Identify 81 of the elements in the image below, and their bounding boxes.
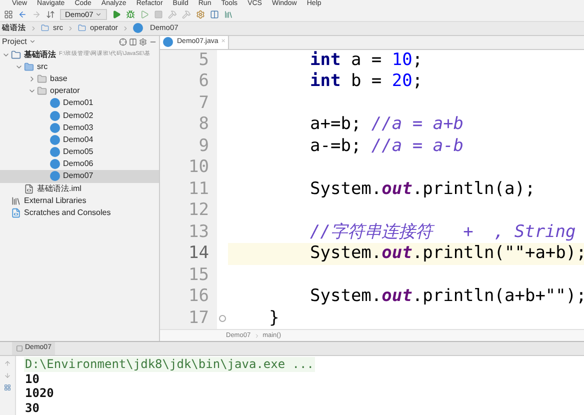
- line-number: 16: [188, 285, 209, 308]
- fold-icon[interactable]: [219, 314, 226, 322]
- line-number: 13: [188, 220, 209, 244]
- code-line: int a = 10;: [309, 50, 424, 71]
- console-line: 10: [24, 372, 40, 386]
- file-icon: [24, 184, 34, 194]
- run-icon[interactable]: [112, 10, 122, 19]
- line-number: 6: [198, 70, 209, 93]
- tree-item[interactable]: Demo04: [0, 134, 159, 146]
- tree-item[interactable]: Demo05: [0, 146, 159, 158]
- library-icon: [11, 196, 21, 206]
- locate-icon[interactable]: [119, 38, 127, 46]
- sdk-icon[interactable]: [224, 10, 234, 19]
- folder-icon: [24, 62, 34, 72]
- line-number: 10: [188, 156, 209, 179]
- code-line: }: [268, 308, 280, 329]
- line-number: 11: [188, 178, 209, 200]
- coverage-icon[interactable]: [140, 10, 150, 19]
- tree-item[interactable]: External Libraries: [0, 194, 159, 207]
- code-line: //字符串连接符 + , String: [309, 222, 577, 243]
- class-icon: [50, 159, 60, 170]
- line-number: 8: [198, 113, 209, 136]
- tree-item[interactable]: operator: [0, 85, 159, 98]
- sort-icon[interactable]: [46, 10, 55, 19]
- code-line: a-=b; //a = a-b: [309, 136, 465, 157]
- build-icon[interactable]: [168, 10, 178, 19]
- line-number: 14: [188, 242, 209, 265]
- class-icon: [50, 98, 60, 108]
- forward-arrow-icon[interactable]: [32, 10, 41, 19]
- tree-item[interactable]: Demo07: [0, 170, 159, 183]
- down-arrow-icon[interactable]: [4, 372, 11, 379]
- module-folder-icon: [11, 50, 21, 60]
- settings-icon[interactable]: [139, 38, 147, 46]
- panel-title[interactable]: Project: [2, 36, 27, 48]
- code-line: System.out.println(a);: [309, 178, 536, 200]
- class-icon: [50, 171, 60, 182]
- hammer-icon[interactable]: [182, 10, 192, 19]
- back-arrow-icon[interactable]: [18, 10, 27, 19]
- class-icon: [50, 134, 60, 145]
- folder-icon: [41, 24, 49, 32]
- settings-icon[interactable]: [196, 10, 206, 19]
- class-icon: [50, 122, 60, 133]
- tree-item[interactable]: Demo01: [0, 97, 159, 110]
- caret-icon: [95, 10, 102, 18]
- line-number: 17: [188, 306, 209, 330]
- code-line: int b = 20;: [309, 71, 424, 92]
- tree-item[interactable]: src: [0, 60, 159, 73]
- console-line: 1020: [24, 386, 55, 400]
- line-number: 7: [198, 92, 209, 114]
- tree-item[interactable]: Demo02: [0, 109, 159, 122]
- debug-icon[interactable]: [126, 10, 136, 19]
- line-number: 9: [198, 134, 209, 158]
- class-icon: [163, 37, 173, 47]
- caret-icon[interactable]: [28, 38, 36, 45]
- folder-icon: [78, 24, 86, 32]
- package-folder-icon: [37, 86, 47, 96]
- tree-item[interactable]: Demo06: [0, 158, 159, 170]
- separator-icon: [254, 332, 260, 338]
- tree-item[interactable]: base: [0, 72, 159, 86]
- tree-item[interactable]: 基础语法.iml: [0, 182, 159, 195]
- separator-icon: [67, 24, 74, 32]
- line-number: 5: [198, 48, 209, 72]
- project-structure-icon[interactable]: [4, 10, 13, 19]
- stop-icon[interactable]: [154, 10, 164, 19]
- code-line: a+=b; //a = a+b: [309, 114, 465, 136]
- class-icon: [132, 23, 143, 34]
- up-arrow-icon[interactable]: [4, 360, 11, 367]
- tree-item[interactable]: Scratches and Consoles: [0, 206, 159, 220]
- console-line: 30: [24, 400, 40, 415]
- class-icon: [50, 110, 60, 121]
- structure-icon[interactable]: [210, 10, 220, 19]
- separator-icon: [122, 24, 129, 32]
- tree-item[interactable]: Demo03: [0, 122, 159, 134]
- console-icon: [16, 345, 23, 352]
- class-icon: [50, 147, 60, 158]
- package-folder-icon: [37, 74, 47, 84]
- separator-icon: [30, 24, 37, 32]
- line-number: 12: [188, 199, 209, 222]
- line-number: 15: [188, 264, 209, 286]
- code-line: System.out.println(a+b+"");: [309, 286, 584, 308]
- scratch-icon: [11, 208, 21, 218]
